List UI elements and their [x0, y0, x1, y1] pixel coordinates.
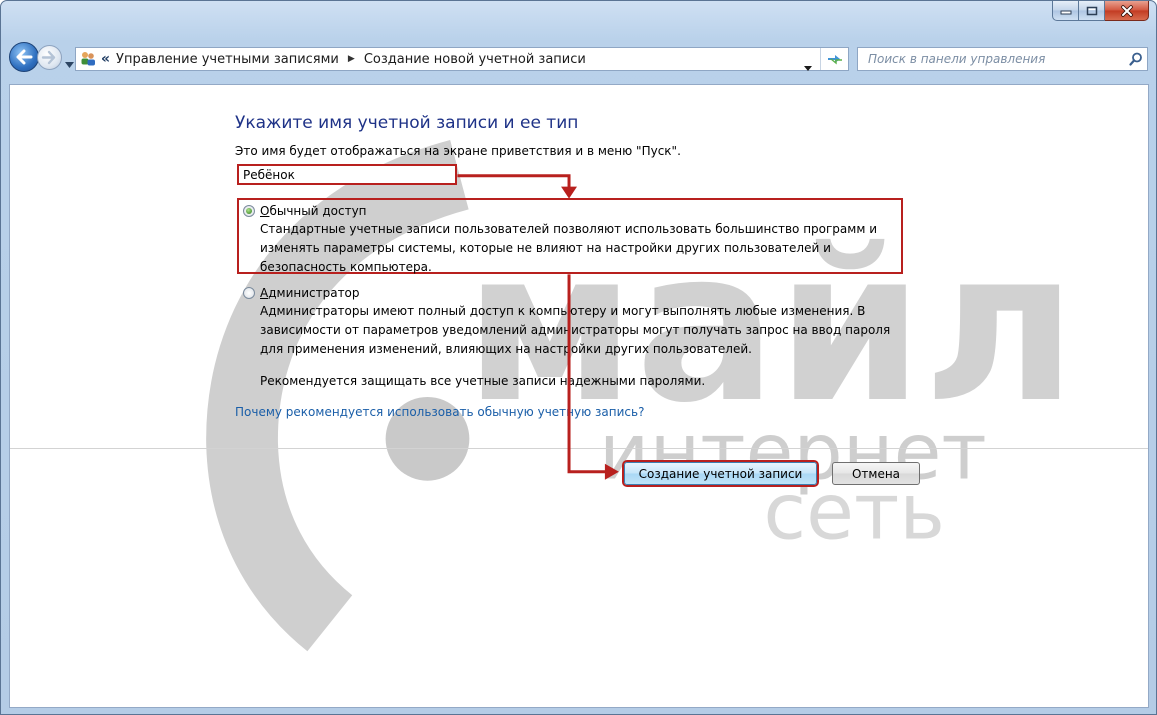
chevron-down-icon	[65, 62, 74, 68]
standard-user-radio[interactable]	[243, 205, 255, 217]
arrow-head-option	[561, 186, 578, 199]
administrator-description: Администраторы имеют полный доступ к ком…	[260, 304, 891, 356]
forward-arrow-icon	[41, 50, 56, 65]
breadcrumb-overflow-chevron[interactable]: «	[101, 51, 110, 67]
standard-user-label[interactable]: Обычный доступ	[260, 203, 901, 219]
navigation-bar: « Управление учетными записями ▶ Создани…	[9, 41, 1149, 75]
refresh-button[interactable]	[820, 48, 848, 70]
search-input[interactable]	[866, 49, 1125, 69]
annotation-arrows	[457, 174, 619, 480]
control-panel-users-icon	[78, 49, 98, 69]
address-history-dropdown[interactable]	[804, 56, 812, 75]
search-box[interactable]	[857, 47, 1148, 71]
search-button[interactable]	[1125, 52, 1147, 66]
close-icon	[1120, 4, 1133, 17]
watermark: майл интернет сеть	[206, 140, 1077, 652]
why-standard-account-link[interactable]: Почему рекомендуется использовать обычну…	[235, 405, 644, 419]
content-pane: майл интернет сеть Укажите имя учетной з…	[9, 84, 1149, 708]
standard-user-option[interactable]: Обычный доступ Стандартные учетные запис…	[237, 198, 903, 274]
arrow-head-button	[604, 463, 619, 480]
forward-button[interactable]	[37, 45, 62, 70]
breadcrumb-user-accounts[interactable]: Управление учетными записями	[116, 52, 339, 67]
create-account-button[interactable]: Создание учетной записи	[624, 462, 817, 485]
window: « Управление учетными записями ▶ Создани…	[0, 0, 1157, 715]
horizontal-divider	[10, 448, 1148, 449]
maximize-button[interactable]	[1079, 1, 1105, 21]
minimize-icon	[1060, 10, 1071, 14]
account-name-description: Это имя будет отображаться на экране при…	[235, 144, 681, 158]
refresh-icon	[827, 55, 842, 65]
chevron-down-icon	[804, 66, 812, 71]
back-arrow-icon	[16, 49, 33, 65]
administrator-option[interactable]: Администратор Администраторы имеют полны…	[237, 282, 917, 359]
account-name-input[interactable]	[237, 164, 457, 185]
caption-buttons	[1052, 1, 1149, 21]
close-button[interactable]	[1105, 1, 1149, 21]
address-bar[interactable]: « Управление учетными записями ▶ Создани…	[75, 47, 849, 71]
page-title: Укажите имя учетной записи и ее тип	[235, 113, 579, 133]
standard-user-description: Стандартные учетные записи пользователей…	[260, 222, 877, 274]
recent-pages-dropdown[interactable]	[65, 53, 74, 72]
maximize-icon	[1086, 6, 1097, 15]
back-button[interactable]	[9, 42, 39, 72]
minimize-button[interactable]	[1052, 1, 1079, 21]
administrator-label[interactable]: Администратор	[260, 285, 917, 301]
arrow-name-to-option	[457, 174, 571, 189]
password-recommendation: Рекомендуется защищать все учетные запис…	[260, 374, 706, 388]
breadcrumb-create-account[interactable]: Создание новой учетной записи	[364, 52, 586, 67]
cancel-button[interactable]: Отмена	[832, 462, 920, 485]
breadcrumb-separator[interactable]: ▶	[348, 54, 355, 64]
search-icon	[1129, 52, 1142, 66]
administrator-radio[interactable]	[243, 287, 255, 299]
title-bar[interactable]	[1, 1, 1156, 37]
